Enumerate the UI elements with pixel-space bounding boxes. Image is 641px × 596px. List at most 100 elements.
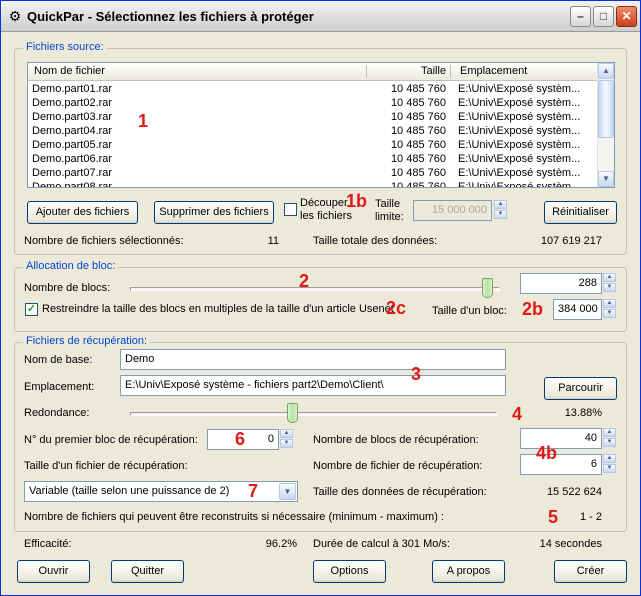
file-row[interactable]: Demo.part01.rar 10 485 760 E:\Univ\Expos…: [28, 82, 599, 96]
scroll-up-icon[interactable]: ▲: [598, 63, 614, 79]
quickpar-window: ⚙ QuickPar - Sélectionnez les fichiers à…: [0, 0, 641, 596]
close-button[interactable]: ✕: [616, 6, 637, 27]
split-files-label-2: les fichiers: [300, 210, 352, 222]
file-row[interactable]: Demo.part04.rar 10 485 760 E:\Univ\Expos…: [28, 124, 599, 138]
file-size: 10 485 760: [390, 83, 446, 95]
file-row[interactable]: Demo.part02.rar 10 485 760 E:\Univ\Expos…: [28, 96, 599, 110]
recovery-data-size-value: 15 522 624: [546, 486, 602, 498]
annotation-marker-7: 7: [248, 481, 259, 501]
first-block-spinner[interactable]: ▲ ▼: [280, 429, 293, 448]
reset-button[interactable]: Réinitialiser: [544, 201, 617, 224]
block-size-spinner[interactable]: ▲ ▼: [603, 299, 616, 318]
file-list-header: Nom de fichier Taille Emplacement: [28, 63, 599, 81]
add-files-button[interactable]: Ajouter des fichiers: [27, 201, 138, 224]
file-size: 10 485 760: [390, 125, 446, 137]
redundancy-track: [130, 412, 497, 416]
maximize-button[interactable]: □: [593, 6, 614, 27]
size-limit-label-1: Taille: [375, 198, 401, 210]
location-field[interactable]: E:\Univ\Exposé système - fichiers part2\…: [120, 375, 506, 396]
file-location: E:\Univ\Exposé systèm...: [458, 139, 581, 151]
scroll-down-icon[interactable]: ▼: [598, 171, 614, 187]
file-name: Demo.part08.rar: [32, 181, 113, 188]
block-count-spinner[interactable]: ▲ ▼: [603, 273, 616, 292]
block-size-label: Taille d'un bloc:: [432, 305, 507, 317]
total-size-value: 107 619 217: [540, 235, 602, 247]
split-files-label-1: Découper: [300, 197, 348, 209]
file-name: Demo.part01.rar: [32, 83, 113, 95]
reconstructable-value: 1 - 2: [579, 511, 602, 523]
total-size-label: Taille totale des données:: [313, 235, 438, 247]
size-limit-spinner[interactable]: ▲ ▼: [494, 200, 507, 219]
create-button[interactable]: Créer: [554, 560, 627, 583]
file-size: 10 485 760: [390, 181, 446, 188]
selected-count-value: 11: [267, 235, 279, 247]
file-row[interactable]: Demo.part07.rar 10 485 760 E:\Univ\Expos…: [28, 166, 599, 180]
redundancy-value: 13.88%: [564, 407, 602, 419]
recovery-block-count-label: Nombre de blocs de récupération:: [313, 434, 479, 446]
file-row[interactable]: Demo.part06.rar 10 485 760 E:\Univ\Expos…: [28, 152, 599, 166]
restrict-label: Restreindre la taille des blocs en multi…: [42, 303, 394, 315]
file-name: Demo.part05.rar: [32, 139, 113, 151]
selected-count-label: Nombre de fichiers sélectionnés:: [24, 235, 184, 247]
column-name[interactable]: Nom de fichier: [34, 65, 105, 77]
file-name: Demo.part04.rar: [32, 125, 113, 137]
source-file-list[interactable]: Nom de fichier Taille Emplacement Demo.p…: [27, 62, 615, 188]
redundancy-slider[interactable]: [287, 403, 298, 423]
block-count-track: [130, 287, 500, 291]
size-limit-label-2: limite:: [375, 211, 404, 223]
size-limit-field[interactable]: 15 000 000: [413, 200, 492, 221]
recovery-group-title: Fichiers de récupération:: [23, 335, 151, 347]
source-group-title: Fichiers source:: [23, 41, 107, 53]
file-list-scrollbar[interactable]: ▲ ▼: [597, 63, 614, 187]
options-button[interactable]: Options: [313, 560, 386, 583]
recovery-block-count-field[interactable]: 40: [520, 428, 602, 449]
column-size[interactable]: Taille: [421, 65, 446, 77]
first-block-label: N° du premier bloc de récupération:: [24, 434, 198, 446]
annotation-marker-6: 6: [235, 429, 246, 449]
annotation-marker-2c: 2c: [386, 298, 407, 318]
column-location[interactable]: Emplacement: [460, 65, 527, 77]
efficiency-label: Efficacité:: [24, 538, 72, 550]
restrict-checkbox[interactable]: ✓: [25, 303, 38, 316]
recovery-data-size-label: Taille des données de récupération:: [313, 486, 487, 498]
block-count-field[interactable]: 288: [520, 273, 602, 294]
quit-button[interactable]: Quitter: [111, 560, 184, 583]
open-button[interactable]: Ouvrir: [17, 560, 90, 583]
file-row[interactable]: Demo.part05.rar 10 485 760 E:\Univ\Expos…: [28, 138, 599, 152]
block-count-slider[interactable]: [482, 278, 493, 298]
chevron-down-icon[interactable]: ▼: [279, 483, 296, 500]
base-name-label: Nom de base:: [24, 354, 93, 366]
file-location: E:\Univ\Exposé systèm...: [458, 83, 581, 95]
recovery-file-count-spinner[interactable]: ▲ ▼: [603, 454, 616, 473]
allocation-group-title: Allocation de bloc:: [23, 260, 119, 272]
window-title: QuickPar - Sélectionnez les fichiers à p…: [27, 9, 314, 24]
file-name: Demo.part06.rar: [32, 153, 113, 165]
file-row[interactable]: Demo.part08.rar 10 485 760 E:\Univ\Expos…: [28, 180, 599, 188]
recovery-file-size-label: Taille d'un fichier de récupération:: [24, 460, 188, 472]
base-name-field[interactable]: Demo: [120, 349, 506, 370]
annotation-marker-1: 1: [138, 111, 149, 131]
file-size-mode-value: Variable (taille selon une puissance de …: [29, 485, 230, 497]
file-size: 10 485 760: [390, 153, 446, 165]
file-location: E:\Univ\Exposé systèm...: [458, 153, 581, 165]
scroll-thumb[interactable]: [598, 80, 614, 138]
annotation-marker-5: 5: [548, 507, 559, 527]
minimize-button[interactable]: –: [570, 6, 591, 27]
file-name: Demo.part07.rar: [32, 167, 113, 179]
recovery-block-count-spinner[interactable]: ▲ ▼: [603, 428, 616, 447]
annotation-marker-1b: 1b: [346, 191, 368, 211]
recovery-file-count-field[interactable]: 6: [520, 454, 602, 475]
title-bar[interactable]: ⚙ QuickPar - Sélectionnez les fichiers à…: [1, 1, 640, 32]
about-button[interactable]: A propos: [432, 560, 505, 583]
file-location: E:\Univ\Exposé systèm...: [458, 97, 581, 109]
block-size-field[interactable]: 384 000: [553, 299, 602, 320]
remove-files-button[interactable]: Supprimer des fichiers: [154, 201, 274, 224]
file-row[interactable]: Demo.part03.rar 10 485 760 E:\Univ\Expos…: [28, 110, 599, 124]
browse-button[interactable]: Parcourir: [544, 377, 617, 400]
annotation-marker-2b: 2b: [522, 299, 544, 319]
file-location: E:\Univ\Exposé systèm...: [458, 111, 581, 123]
file-size: 10 485 760: [390, 139, 446, 151]
quickpar-gear-icon[interactable]: ⚙: [7, 8, 23, 24]
split-files-checkbox[interactable]: [284, 203, 297, 216]
annotation-marker-4: 4: [512, 404, 523, 424]
